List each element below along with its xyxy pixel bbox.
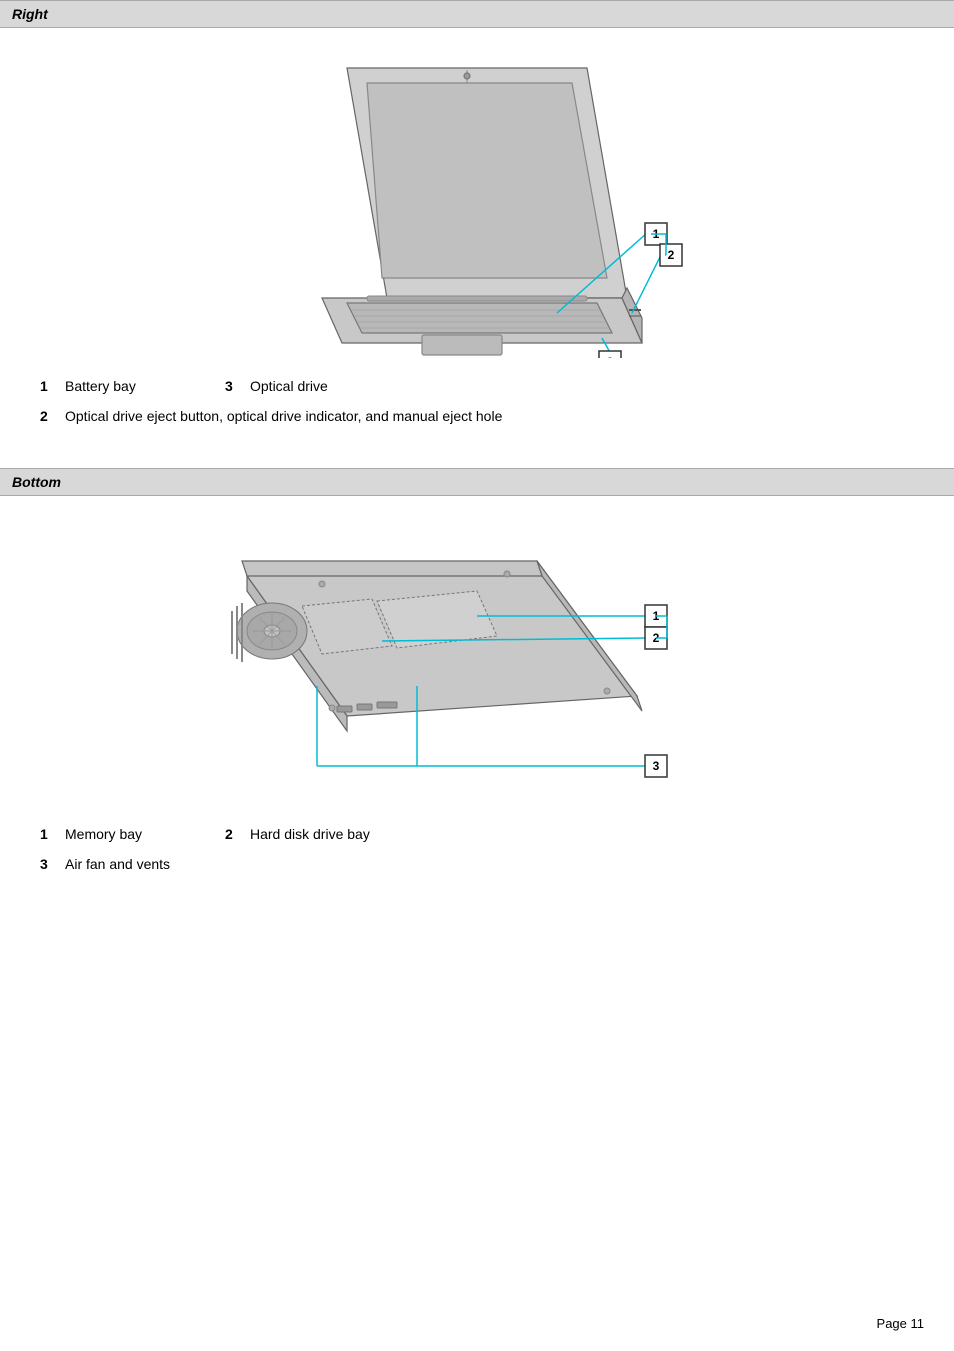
right-diagram-container: 1 2 3	[30, 48, 924, 358]
bottom-item1-label: Memory bay	[65, 826, 225, 842]
bottom-section: Bottom	[0, 468, 954, 916]
right-item2-number: 2	[40, 408, 65, 424]
bottom-diagram-container: 1 2 3	[30, 516, 924, 806]
svg-text:3: 3	[607, 355, 614, 358]
bottom-item3-label: Air fan and vents	[65, 856, 170, 872]
bottom-item1-number: 1	[40, 826, 65, 842]
right-header-text: Right	[12, 6, 48, 22]
bottom-section-header: Bottom	[0, 468, 954, 496]
bottom-item3-number: 3	[40, 856, 65, 872]
right-item-row-2: 2 Optical drive eject button, optical dr…	[30, 408, 924, 424]
svg-text:3: 3	[653, 759, 660, 773]
right-item1-label2: Optical drive	[250, 378, 328, 394]
right-item-row-1: 1 Battery bay 3 Optical drive	[30, 378, 924, 394]
bottom-item1-number2: 2	[225, 826, 250, 842]
page-number: Page 11	[877, 1316, 924, 1331]
right-items-list: 1 Battery bay 3 Optical drive 2 Optical …	[30, 378, 924, 424]
right-section-content: 1 2 3 1 Battery bay 3 Optical	[0, 28, 954, 468]
right-laptop-svg: 1 2 3	[267, 48, 687, 358]
right-item1-number2: 3	[225, 378, 250, 394]
svg-text:2: 2	[668, 248, 675, 262]
right-item1-number: 1	[40, 378, 65, 394]
page-number-text: Page 11	[877, 1316, 924, 1331]
right-section: Right	[0, 0, 954, 468]
bottom-item1-label2: Hard disk drive bay	[250, 826, 370, 842]
right-item2-label: Optical drive eject button, optical driv…	[65, 408, 502, 424]
bottom-laptop-svg: 1 2 3	[217, 516, 737, 806]
bottom-items-list: 1 Memory bay 2 Hard disk drive bay 3 Air…	[30, 826, 924, 872]
bottom-item-row-1: 1 Memory bay 2 Hard disk drive bay	[30, 826, 924, 842]
right-section-header: Right	[0, 0, 954, 28]
bottom-item-row-3: 3 Air fan and vents	[30, 856, 924, 872]
bottom-header-text: Bottom	[12, 474, 61, 490]
bottom-section-content: 1 2 3 1 Memory bay	[0, 496, 954, 916]
right-item1-label: Battery bay	[65, 378, 225, 394]
